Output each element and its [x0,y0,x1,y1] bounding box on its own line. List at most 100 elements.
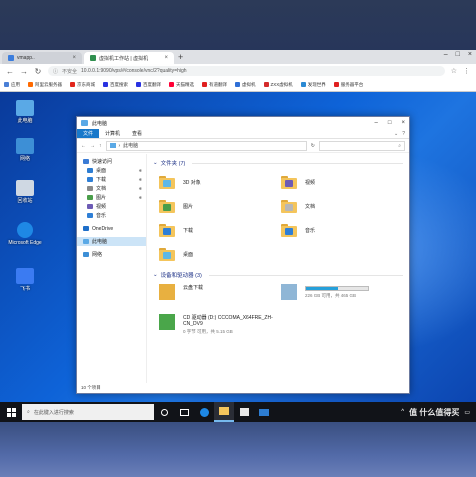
pin-icon: ✱ [138,195,142,200]
drive-item[interactable]: 226 GB 可用，共 465 GB [281,284,403,314]
folder-icon [159,199,175,213]
search-icon: ⌕ [398,142,401,149]
nav-item-label: 视频 [96,204,107,210]
folder-icon [159,223,175,237]
nav-item[interactable]: 此电脑 [77,237,146,246]
forward-icon[interactable]: → [20,67,28,76]
folder-item[interactable]: 音乐 [281,218,403,242]
nav-item[interactable]: 快速访问 [77,157,146,166]
address-bar[interactable]: ⓘ 不安全 10.0.0.1:9090/vps/#/console/vnc/2?… [48,66,445,76]
bookmark-item[interactable]: 应用 [4,82,20,88]
folder-icon [83,239,89,244]
nav-item[interactable]: 桌面 ✱ [77,166,146,175]
minimize-icon[interactable]: – [444,51,448,58]
folder-icon [87,195,93,200]
desktop-icon-network[interactable]: 网络 [8,138,42,162]
explorer-address-bar[interactable]: › 此电脑 [105,140,307,151]
nav-item[interactable]: 图片 ✱ [77,193,146,202]
bookmark-item[interactable]: 京东商城 [70,82,95,88]
desktop-icon-edge[interactable]: Microsoft Edge [8,222,42,246]
explorer-search-input[interactable]: ⌕ [319,140,405,151]
folder-item[interactable]: 下载 [159,218,281,242]
nav-item[interactable]: 视频 [77,202,146,211]
bookmark-item[interactable]: ZXX虚拟机 [263,82,293,88]
notification-icon[interactable]: ▭ [464,409,470,416]
nav-item[interactable]: 网络 [77,250,146,259]
nav-item[interactable]: OneDrive [77,224,146,233]
bookmark-favicon-icon [169,82,174,87]
taskbar-search-input[interactable]: ⌕ 在此键入进行搜索 [22,404,154,420]
bookmark-item[interactable]: 服务器平台 [333,82,363,88]
maximize-icon[interactable]: □ [388,120,392,126]
back-icon[interactable]: ← [6,67,14,76]
store-taskbar-icon[interactable] [234,402,254,422]
chevron-down-icon[interactable]: ⌄ [394,131,398,137]
bookmark-item[interactable]: 虚拟机 [235,82,256,88]
close-icon[interactable]: × [401,120,405,126]
nav-item[interactable]: 下载 ✱ [77,175,146,184]
bookmark-item[interactable]: 百度翻译 [136,82,161,88]
computer-icon [16,100,34,116]
folders-section-header[interactable]: ⌄ 文件夹 (7) [153,158,403,168]
folder-item[interactable]: 图片 [159,194,281,218]
forward-icon[interactable]: → [90,143,95,149]
browser-tab-2[interactable]: 虚拟机工作站 | 虚拟机 × [84,52,174,64]
desktop-icon-feishu[interactable]: 飞书 [8,268,42,292]
search-placeholder: 在此键入进行搜索 [33,409,74,416]
new-tab-button[interactable]: + [178,52,183,62]
close-icon[interactable]: × [468,51,472,58]
desktop-icon-this-pc[interactable]: 此电脑 [8,100,42,124]
drive-item[interactable]: 云盘下载 [159,284,281,314]
folder-item[interactable]: 视频 [281,170,403,194]
folder-icon [281,199,297,213]
maximize-icon[interactable]: □ [456,51,460,58]
menu-icon[interactable]: ⋮ [463,67,470,75]
pin-icon: ✱ [138,168,142,173]
ribbon-tab-file[interactable]: 文件 [77,129,100,138]
bookmark-item[interactable]: 阿里云服务器 [28,82,62,88]
bookmark-star-icon[interactable]: ☆ [451,67,457,75]
close-icon[interactable]: × [164,55,168,61]
task-view-icon[interactable] [154,402,174,422]
chevron-up-icon[interactable]: ^ [401,409,404,415]
folder-glyph [163,252,171,259]
mail-taskbar-icon[interactable] [254,402,274,422]
bookmark-label: 有道翻译 [209,81,227,87]
drive-label: CD 驱动器 (D:) CCCOMA_X64FRE_ZH-CN_DV9 [183,315,273,327]
status-bar: 10 个项目 [77,383,409,393]
bookmark-item[interactable]: 百度搜索 [103,82,128,88]
bookmark-item[interactable]: 天猫精选 [169,82,194,88]
folder-item[interactable]: 3D 对象 [159,170,281,194]
nav-item[interactable]: 文档 ✱ [77,184,146,193]
reload-icon[interactable]: ↻ [34,67,42,76]
browser-tab-1[interactable]: vmapp.. × [2,52,82,64]
desktop-icon-recycle-bin[interactable]: 回收站 [8,180,42,204]
drive-item[interactable]: CD 驱动器 (D:) CCCOMA_X64FRE_ZH-CN_DV9 0 字节 … [159,314,281,344]
section-title: 设备和驱动器 (3) [160,273,202,279]
folder-item[interactable]: 文档 [281,194,403,218]
ribbon-tab-view[interactable]: 查看 [126,129,148,138]
bookmark-item[interactable]: 有道翻译 [202,82,227,88]
nav-item-label: 图片 [96,195,107,201]
folder-glyph [163,204,171,211]
close-icon[interactable]: × [72,55,76,61]
file-explorer-taskbar-icon[interactable] [214,402,234,422]
quick-access-toolbar-icon[interactable] [81,120,88,126]
ribbon-tab-computer[interactable]: 计算机 [99,129,126,138]
nav-item[interactable]: 音乐 [77,211,146,220]
up-icon[interactable]: ↑ [99,143,102,149]
folder-item[interactable]: 桌面 [159,242,281,266]
start-button[interactable] [0,402,22,422]
bookmark-item[interactable]: 发现世界 [300,82,326,88]
help-icon[interactable]: ? [402,131,405,137]
edge-taskbar-icon[interactable] [194,402,214,422]
drives-section-header[interactable]: ⌄ 设备和驱动器 (3) [153,270,403,280]
drive-usage-fill [306,287,339,290]
info-icon: ⓘ [53,68,59,75]
back-icon[interactable]: ← [81,143,86,149]
minimize-icon[interactable]: – [375,120,378,126]
folder-label: 3D 对象 [183,179,201,186]
desktop-icon-label: 网络 [19,156,30,162]
task-view-icon[interactable] [174,402,194,422]
refresh-icon[interactable]: ↻ [311,143,315,149]
